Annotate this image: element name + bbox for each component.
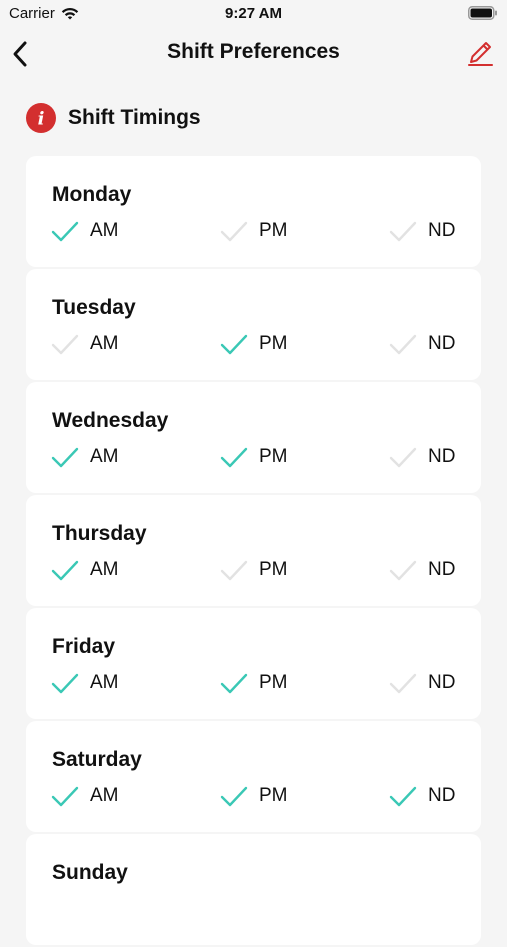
info-icon[interactable]: i [26, 103, 56, 133]
day-name: Monday [52, 183, 132, 206]
day-card-monday: Monday AM PM ND [26, 156, 481, 267]
shift-option-am[interactable]: AM [50, 784, 119, 808]
checkmark-off-icon [389, 221, 417, 242]
shift-option-am[interactable]: AM [50, 671, 119, 695]
checkmark-icon [51, 221, 79, 242]
shift-label: ND [428, 559, 456, 580]
checkmark-off-icon [389, 673, 417, 694]
shift-label: AM [90, 559, 119, 580]
checkmark-icon [51, 673, 79, 694]
shift-option-am[interactable]: AM [50, 558, 119, 582]
checkmark-off-icon [220, 221, 248, 242]
checkmark-off-icon [389, 560, 417, 581]
status-bar: Carrier 9:27 AM [0, 0, 507, 28]
shift-option-nd[interactable]: ND [388, 332, 455, 356]
shift-option-nd[interactable]: ND [388, 219, 455, 243]
shift-option-nd[interactable]: ND [388, 784, 455, 808]
checkmark-icon [389, 786, 417, 807]
shift-option-pm[interactable]: PM [219, 671, 288, 695]
checkmark-icon [220, 334, 248, 355]
shift-label: PM [259, 785, 288, 806]
shift-label: PM [259, 446, 288, 467]
section-header: i Shift Timings [26, 103, 201, 133]
shift-label: AM [90, 333, 119, 354]
checkmark-off-icon [51, 334, 79, 355]
day-name: Sunday [52, 861, 128, 884]
section-title: Shift Timings [68, 106, 201, 129]
battery-icon [468, 6, 497, 20]
shift-label: AM [90, 785, 119, 806]
day-name: Tuesday [52, 296, 136, 319]
day-card-sunday: Sunday [26, 834, 481, 945]
shift-label: ND [428, 333, 456, 354]
shift-label: PM [259, 220, 288, 241]
day-card-saturday: Saturday AM PM ND [26, 721, 481, 832]
checkmark-icon [220, 447, 248, 468]
shift-option-pm[interactable]: PM [219, 445, 288, 469]
day-name: Thursday [52, 522, 147, 545]
pencil-icon [468, 42, 493, 66]
page-title: Shift Preferences [167, 40, 340, 63]
info-icon-letter: i [38, 109, 45, 130]
shift-option-pm[interactable]: PM [219, 219, 288, 243]
day-card-tuesday: Tuesday AM PM ND [26, 269, 481, 380]
checkmark-icon [220, 786, 248, 807]
checkmark-icon [220, 673, 248, 694]
status-time: 9:27 AM [225, 5, 282, 22]
status-right [468, 6, 498, 24]
checkmark-off-icon [389, 447, 417, 468]
shift-label: PM [259, 559, 288, 580]
nav-bar: Shift Preferences [0, 28, 507, 80]
shift-label: PM [259, 333, 288, 354]
checkmark-icon [51, 560, 79, 581]
shift-option-nd[interactable]: ND [388, 558, 455, 582]
shift-option-am[interactable]: AM [50, 332, 119, 356]
shift-option-nd[interactable]: ND [388, 445, 455, 469]
checkmark-off-icon [220, 560, 248, 581]
day-card-thursday: Thursday AM PM ND [26, 495, 481, 606]
day-name: Wednesday [52, 409, 169, 432]
shift-option-pm[interactable]: PM [219, 558, 288, 582]
checkmark-off-icon [389, 334, 417, 355]
shift-label: AM [90, 672, 119, 693]
shift-option-am[interactable]: AM [50, 445, 119, 469]
day-card-wednesday: Wednesday AM PM ND [26, 382, 481, 493]
shift-label: ND [428, 785, 456, 806]
shift-label: ND [428, 446, 456, 467]
edit-button[interactable] [465, 38, 495, 68]
shift-option-nd[interactable]: ND [388, 671, 455, 695]
checkmark-icon [51, 786, 79, 807]
shift-label: AM [90, 446, 119, 467]
shift-option-pm[interactable]: PM [219, 332, 288, 356]
shift-list: Monday AM PM ND Tuesday AM PM ND Wednesday AM PM ND… [26, 156, 481, 947]
day-name: Saturday [52, 748, 142, 771]
shift-label: ND [428, 672, 456, 693]
shift-option-pm[interactable]: PM [219, 784, 288, 808]
day-card-friday: Friday AM PM ND [26, 608, 481, 719]
shift-option-am[interactable]: AM [50, 219, 119, 243]
day-name: Friday [52, 635, 116, 658]
shift-label: AM [90, 220, 119, 241]
checkmark-icon [51, 447, 79, 468]
shift-label: ND [428, 220, 456, 241]
shift-label: PM [259, 672, 288, 693]
